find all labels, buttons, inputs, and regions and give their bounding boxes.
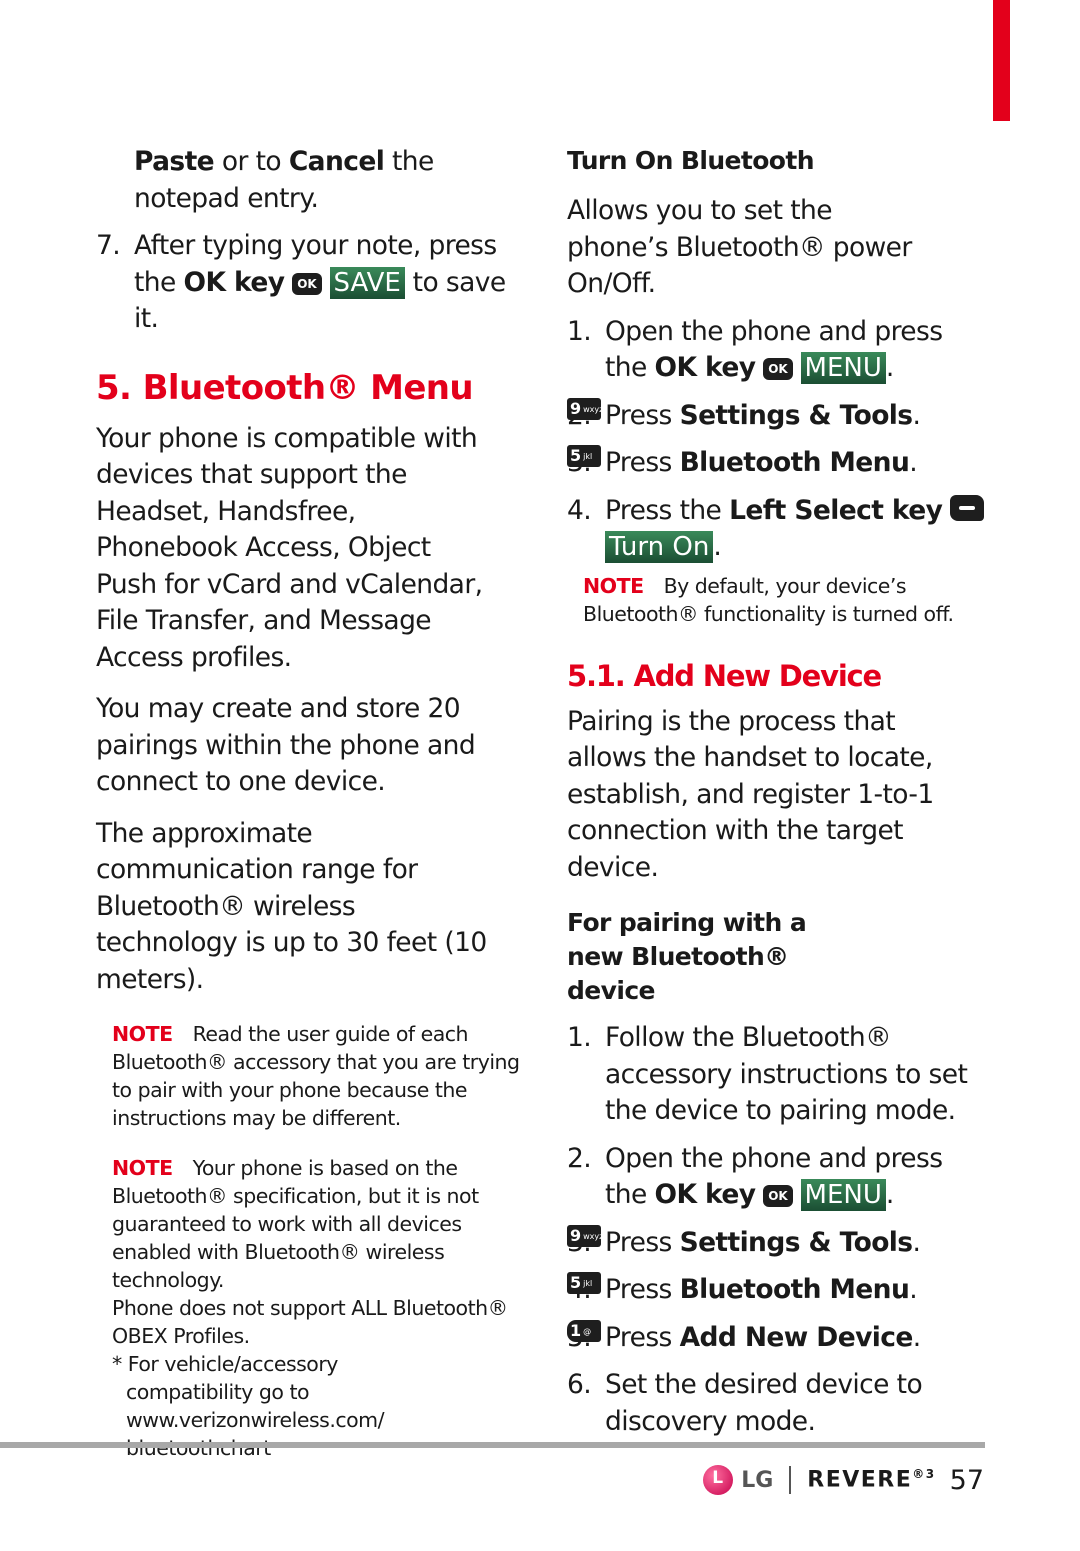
text: or to: [214, 146, 289, 177]
pair-step-1: 1. Follow the Bluetooth® accessory instr…: [567, 1020, 987, 1130]
note-body: NOTE Your phone is based on the Bluetooth…: [96, 1154, 526, 1294]
pairing-intro: Pairing is the process that allows the h…: [567, 705, 934, 883]
pair-step-6: 6. Set the desired device to discovery m…: [567, 1367, 945, 1440]
cancel-label: Cancel: [288, 146, 385, 177]
key-letters: wxyz: [583, 404, 604, 414]
turn-on-step-4: 4. Press the Left Select key Turn On.: [567, 493, 987, 566]
step-text: Press: [605, 1274, 680, 1305]
product-text: REVERE: [807, 1467, 913, 1493]
turn-on-step-1: 1. Open the phone and press the OK key O…: [567, 314, 987, 387]
footer-divider: [0, 1442, 985, 1448]
ok-key-icon: OK: [763, 1185, 793, 1207]
step-7: 7. After typing your note, press the OK …: [96, 228, 526, 338]
footer-separator: [789, 1466, 792, 1494]
ok-key-icon: OK: [292, 272, 322, 295]
step-number: 1.: [567, 315, 592, 347]
ok-key-label: OK key: [654, 352, 756, 383]
ok-key-label: OK key: [654, 1179, 756, 1210]
save-softkey-label: SAVE: [329, 266, 405, 299]
key-5-icon: 5 jkl: [567, 1272, 601, 1294]
text: .: [909, 447, 918, 478]
ok-key-label: OK key: [183, 266, 285, 298]
key-letters: jkl: [583, 1279, 593, 1288]
pair-step-3: 3. Press 9wxyz Settings & Tools.: [567, 1224, 987, 1262]
step-number: 1.: [567, 1022, 592, 1053]
key-letters: jkl: [583, 452, 593, 461]
text: .: [912, 399, 921, 431]
page-footer: LG REVERE®3 57: [703, 1462, 984, 1498]
left-select-key-label: Left Select key: [729, 494, 943, 526]
paste-label: Paste: [134, 146, 215, 177]
note-tag: NOTE: [112, 1022, 173, 1046]
page-number: 57: [949, 1464, 984, 1496]
key-digit: 5: [570, 1273, 582, 1292]
pairings-paragraph: You may create and store 20 pairings wit…: [96, 693, 476, 797]
turn-on-step-2: 2. Press 9wxyz Settings & Tools.: [567, 397, 987, 435]
key-digit: 9: [570, 398, 582, 418]
bluetooth-menu-label: Bluetooth Menu: [679, 447, 910, 478]
add-new-device-label: Add New Device: [679, 1321, 914, 1353]
step-text: Follow the Bluetooth® accessory instruct…: [605, 1022, 968, 1126]
step-number: 2.: [567, 1142, 592, 1174]
left-select-key-icon: [950, 494, 985, 521]
note-user-guide: NOTE Read the user guide of each Bluetoot…: [96, 1020, 526, 1132]
step-number: 7.: [96, 230, 121, 261]
text: .: [912, 1321, 921, 1353]
lg-brand-text: LG: [741, 1467, 774, 1493]
add-new-device-heading: 5.1. Add New Device: [567, 658, 882, 693]
product-name: REVERE®3: [807, 1467, 935, 1492]
turn-on-intro: Allows you to set the phone’s Bluetooth®…: [567, 195, 912, 299]
text: .: [885, 352, 894, 383]
turn-on-softkey-label: Turn On: [605, 531, 714, 563]
pair-step-4: 4. Press 5jkl Bluetooth Menu.: [567, 1272, 987, 1309]
right-column: Turn On Bluetooth Allows you to set the …: [567, 144, 987, 1440]
key-letters: wxyz: [583, 1231, 604, 1241]
pair-step-2: 2. Open the phone and press the OK key O…: [567, 1141, 987, 1214]
turn-on-bluetooth-heading: Turn On Bluetooth: [567, 146, 815, 175]
lg-logo-icon: [703, 1465, 734, 1495]
text: .: [885, 1179, 894, 1210]
ok-key-icon: OK: [763, 358, 793, 380]
menu-softkey-label: MENU: [800, 1179, 886, 1211]
key-digit: 1: [570, 1320, 582, 1340]
note-tag: NOTE: [583, 573, 644, 598]
note-specification: NOTE Your phone is based on the Bluetooth…: [96, 1154, 526, 1462]
pair-step-5: 5. Press 1@ Add New Device.: [567, 1319, 987, 1357]
step-text: Press: [605, 1321, 680, 1353]
key-1-icon: 1 @: [567, 1319, 601, 1342]
section-tab-marker: [993, 0, 1010, 121]
step-text: Press: [605, 399, 680, 431]
key-9-icon: 9 wxyz: [567, 1224, 604, 1247]
step-text: Set the desired device to discovery mode…: [605, 1369, 923, 1437]
pairing-subheading: For pairing with a new Bluetooth® device: [567, 908, 807, 1005]
step-number: 4.: [567, 494, 592, 526]
settings-tools-label: Settings & Tools: [679, 399, 913, 431]
note-default-off: NOTE By default, your device’s Bluetooth®…: [567, 572, 987, 628]
step-text: Press: [605, 1226, 680, 1258]
bluetooth-menu-label: Bluetooth Menu: [679, 1274, 910, 1305]
obex-note: Phone does not support ALL Bluetooth® OB…: [112, 1296, 508, 1348]
text: .: [912, 1226, 921, 1258]
menu-softkey-label: MENU: [800, 352, 886, 384]
continued-step-text: Paste or to Cancel the notepad entry.: [96, 144, 526, 217]
text: .: [909, 1274, 918, 1305]
step-number: 6.: [567, 1369, 592, 1400]
note-text: Read the user guide of each Bluetooth® a…: [112, 1022, 520, 1130]
key-letters: @: [583, 1326, 592, 1336]
key-9-icon: 9 wxyz: [567, 397, 604, 420]
settings-tools-label: Settings & Tools: [679, 1226, 913, 1258]
step-text: Press: [605, 447, 680, 478]
step-text: Press the: [605, 494, 730, 526]
range-paragraph: The approximate communication range for …: [96, 817, 487, 995]
key-digit: 5: [570, 446, 582, 465]
product-superscript: ®3: [912, 1467, 936, 1482]
compatibility-paragraph: Your phone is compatible with devices th…: [96, 422, 483, 673]
key-5-icon: 5 jkl: [567, 445, 601, 467]
key-digit: 9: [570, 1225, 582, 1245]
note-tag: NOTE: [112, 1156, 173, 1180]
turn-on-step-3: 3. Press 5jkl Bluetooth Menu.: [567, 445, 987, 482]
text: .: [713, 531, 722, 562]
section-heading: 5. Bluetooth® Menu: [96, 367, 474, 408]
left-column: Paste or to Cancel the notepad entry. 7.…: [96, 144, 526, 1462]
